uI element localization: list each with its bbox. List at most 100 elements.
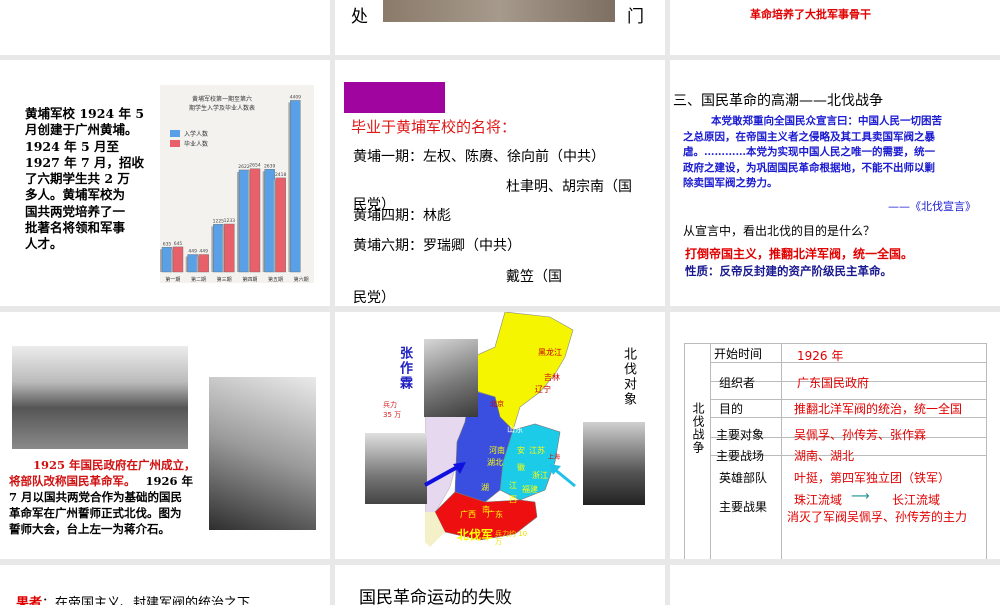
map-label: 湖 — [481, 483, 489, 492]
legend-label: 入学人数 — [184, 130, 208, 138]
data-label: 2639 — [264, 163, 276, 169]
bar-入学人数 — [238, 169, 250, 273]
table-column-divider — [710, 343, 711, 559]
x-tick-label: 第一期 — [165, 276, 180, 283]
map-label: 安 — [517, 446, 525, 455]
quote-line: 除卖国军阀之势力。 — [683, 177, 778, 189]
slide-title: 国民革命运动的失败 — [359, 588, 512, 605]
slide-thumbnail-9[interactable]: 北伐战争 开始时间 1926 年 组织者 广东国民政府 目的 推翻北洋军阀的统治… — [670, 312, 1000, 559]
data-label: 2622 — [238, 164, 250, 170]
legend-label: 毕业人数 — [184, 140, 208, 148]
data-label: 2418 — [275, 172, 287, 178]
body-text: ：在帝国主义、封建军阀的统治之下 — [42, 596, 251, 605]
slide-thumbnail-4[interactable]: 黄埔军校 1924 年 5 月创建于广州黄埔。 1924 年 5 月至 1927… — [0, 60, 330, 306]
x-tick-label: 第四期 — [242, 276, 257, 283]
map-label: 河南 — [489, 446, 505, 455]
table-key: 开始时间 — [714, 347, 763, 361]
text-line: 黄埔一期：左权、陈赓、徐向前（中共） — [353, 149, 605, 165]
table-key: 目的 — [719, 402, 744, 416]
map-label: 江 — [509, 481, 517, 490]
slide-thumbnail-6[interactable]: 三、国民革命的高潮——北伐战争 本党敢郑重向全国民众宣言曰：中国人民一切困苦 之… — [670, 60, 1000, 306]
slide-thumbnail-5[interactable]: 毕业于黄埔军校的名将： 黄埔一期：左权、陈赓、徐向前（中共） 杜聿明、胡宗南（国… — [335, 60, 665, 306]
text-line: 黄埔四期：林彪 — [353, 208, 451, 224]
red-text: 果者 — [16, 596, 43, 605]
text-line: 杜聿明、胡宗南（国 — [506, 179, 632, 195]
summary-table: 北伐战争 开始时间 1926 年 组织者 广东国民政府 目的 推翻北洋军阀的统治… — [670, 312, 1000, 559]
data-label: 645 — [174, 241, 183, 247]
caption-block: 1925 年国民政府在广州成立， 将部队改称国民革命军。 1926 年 7 月以国… — [9, 457, 196, 537]
map-label: 福建 — [522, 485, 538, 494]
slide-text: 门 — [627, 7, 644, 27]
zhang-zuolin-label: 张作霖 — [397, 346, 412, 391]
bar-入学人数 — [187, 254, 198, 273]
map-label: 辽宁 — [535, 385, 551, 394]
data-label: 1225 — [213, 218, 225, 224]
map-label: 西 — [509, 495, 517, 504]
chart-title: 黄埔军校第一期至第六 — [192, 95, 252, 103]
slide-thumbnail-3[interactable]: 革命培养了大批军事骨干 — [670, 0, 1000, 55]
caption-line: 1926 年 — [145, 474, 194, 488]
slide-thumbnail-1[interactable] — [0, 0, 330, 55]
map-label: 北京 — [490, 400, 504, 408]
chiang-horseback-photo — [209, 377, 316, 530]
table-border-left — [684, 343, 685, 559]
x-tick-label: 第三期 — [217, 276, 232, 283]
arrow-right-icon: ⟶ — [851, 489, 870, 504]
text-line: 1927 年 7 月，招收 — [25, 154, 145, 170]
x-tick-label: 第二期 — [191, 276, 206, 283]
slide-thumbnail-7[interactable]: 1925 年国民政府在广州成立， 将部队改称国民革命军。 1926 年 7 月以国… — [0, 312, 330, 559]
table-value: 吴佩孚、孙传芳、张作霖 — [794, 428, 927, 442]
bar-入学人数 — [290, 100, 301, 273]
slide-thumbnail-10[interactable]: 果者：在帝国主义、封建军阀的统治之下 — [0, 565, 330, 605]
slide-thumbnail-11[interactable]: 国民革命运动的失败 — [335, 565, 665, 605]
arrow-icon — [424, 462, 466, 487]
oath-rally-photo — [12, 346, 188, 449]
data-label: 2654 — [249, 163, 261, 169]
map-label: 湖北 — [487, 458, 503, 467]
table-column-divider — [781, 343, 782, 559]
table-value: 叶挺，第四军独立团（铁军） — [794, 471, 951, 485]
table-key: 主要战果 — [719, 500, 768, 514]
nature-text: 性质：反帝反封建的资产阶级民主革命。 — [685, 264, 892, 278]
bar-入学人数 — [264, 169, 275, 273]
slide-body-text: 黄埔军校 1924 年 5 月创建于广州黄埔。 1924 年 5 月至 1927… — [25, 106, 160, 253]
map-label: 徽 — [517, 463, 525, 472]
map-label: 广东 — [487, 510, 503, 519]
slide-thumbnail-12[interactable] — [670, 565, 1000, 605]
table-key: 主要对象 — [716, 428, 765, 442]
table-row-line — [710, 417, 986, 418]
table-value-to: 长江流域 — [892, 493, 941, 507]
chart-title-line2: 期学生入学及毕业人数表 — [189, 104, 255, 112]
caption-line: 将部队改称国民革命军。 — [9, 474, 136, 488]
map-label: 黑龙江 — [538, 348, 562, 357]
army-force-label: 兵力约 10 万 — [495, 530, 528, 546]
map-label: 江苏 — [529, 446, 545, 455]
bar-毕业人数 — [224, 223, 235, 273]
text-line: 月创建于广州黄埔。 — [25, 122, 138, 138]
quote-line: 之总原因，在帝国主义者之侵略及其工具卖国军阀之暴 — [683, 130, 935, 143]
table-value: 推翻北洋军阀的统治，统一全国 — [794, 402, 963, 416]
table-value: 1926 年 — [797, 349, 844, 363]
bar-毕业人数 — [249, 168, 261, 273]
slide-thumbnail-8[interactable]: 黑龙江 吉林 辽宁 北京 山东 河南 湖北 湖 南 安 徽 江苏 上海 浙江 江… — [335, 312, 665, 559]
question-text: 从宣言中，看出北伐的目的是什么？ — [683, 224, 876, 238]
table-key: 主要战场 — [716, 449, 765, 463]
photo — [383, 0, 615, 22]
bar-毕业人数 — [172, 246, 184, 273]
caption-line: 誓师大会，台上左一为蒋介石。 — [9, 522, 170, 536]
slide-heading: 三、国民革命的高潮——北伐战争 — [673, 93, 883, 109]
bar-毕业人数 — [198, 254, 209, 273]
data-label: 1233 — [224, 218, 236, 224]
enrollment-chart: 黄埔军校第一期至第六期学生入学及毕业人数表入学人数毕业人数第一期 635 645 第二… — [160, 85, 314, 283]
caption-line: 1925 年国民政府在广州成立， — [33, 458, 196, 472]
slide-thumbnail-2[interactable]: 处 门 — [335, 0, 665, 55]
army-label: 北伐军 — [457, 528, 494, 542]
table-value-from: 珠江流域 — [794, 493, 843, 507]
text-line: 戴笠（国 — [506, 269, 562, 285]
caption-line: 革命军在广州誓师正式北伐。图为 — [9, 506, 182, 520]
table-row-line — [710, 362, 986, 363]
legend-swatch — [170, 140, 180, 147]
text-line: 人才。 — [25, 236, 63, 252]
text-line: 国共两党培养了一 — [25, 203, 126, 219]
answer-text: 打倒帝国主义，推翻北洋军阀，统一全国。 — [685, 247, 914, 261]
